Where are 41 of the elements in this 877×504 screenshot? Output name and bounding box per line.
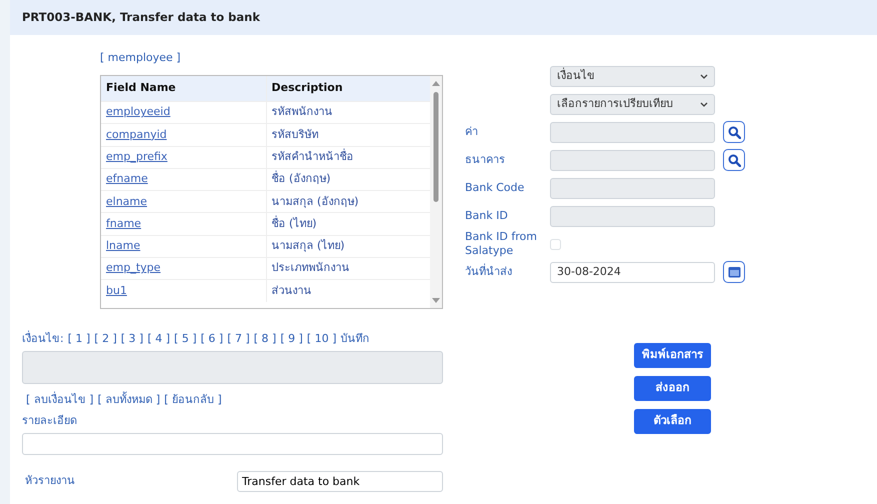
conditions-label: เงื่อนไข: — [22, 330, 64, 346]
calendar-icon — [728, 266, 740, 278]
field-label: Bank Code — [465, 181, 526, 195]
action-button[interactable]: ส่งออก — [634, 376, 711, 400]
checkbox[interactable] — [550, 238, 561, 250]
date-field[interactable]: 30-08-2024 — [550, 262, 715, 282]
field-name-link[interactable]: companyid — [106, 128, 167, 141]
field-name-link[interactable]: emp_type — [106, 261, 161, 274]
field-label: ค่า — [465, 125, 479, 139]
field-label: Bank ID from Salatype — [465, 230, 538, 258]
field-name-link[interactable]: fname — [106, 216, 142, 230]
field-name-link[interactable]: employeeid — [106, 105, 170, 118]
window-title: PRT003-BANK, Transfer data to bank — [10, 0, 877, 35]
table-name-link[interactable]: [ memployee ] — [100, 50, 181, 66]
field-name-link[interactable]: emp_prefix — [106, 150, 168, 163]
details-label: รายละเอียด — [22, 412, 78, 428]
field-label: วันที่นำส่ง — [465, 265, 513, 279]
search-button[interactable] — [723, 121, 745, 143]
action-button[interactable]: พิมพ์เอกสาร — [634, 342, 711, 368]
search-icon — [728, 154, 740, 166]
report-title-label: หัวรายงาน — [25, 473, 76, 490]
scrollbar[interactable] — [430, 76, 442, 308]
report-title-input[interactable]: Transfer data to bank — [237, 471, 443, 492]
caret-icon — [700, 74, 708, 78]
field-name-link[interactable]: efname — [106, 172, 148, 186]
column-header: Field Name — [101, 76, 266, 102]
search-icon — [728, 126, 740, 138]
condition-action-link[interactable]: [ ลบทั้งหมด ] — [98, 392, 160, 408]
field-name-link[interactable]: elname — [106, 194, 148, 208]
action-button[interactable]: ตัวเลือก — [634, 408, 711, 434]
condition-action-link[interactable]: [ ลบเงื่อนไข ] — [26, 392, 94, 408]
details-input[interactable] — [22, 433, 443, 455]
field-name-link[interactable]: bu1 — [106, 284, 127, 298]
calendar-button[interactable] — [723, 261, 745, 283]
field-label: Bank ID — [465, 209, 509, 223]
field-name-link[interactable]: lname — [106, 239, 140, 252]
search-button[interactable] — [723, 149, 745, 171]
condition-action-link[interactable]: [ ย้อนกลับ ] — [164, 392, 222, 408]
column-header: Description — [266, 76, 430, 102]
caret-icon — [700, 102, 708, 106]
field-label: ธนาคาร — [465, 153, 506, 167]
